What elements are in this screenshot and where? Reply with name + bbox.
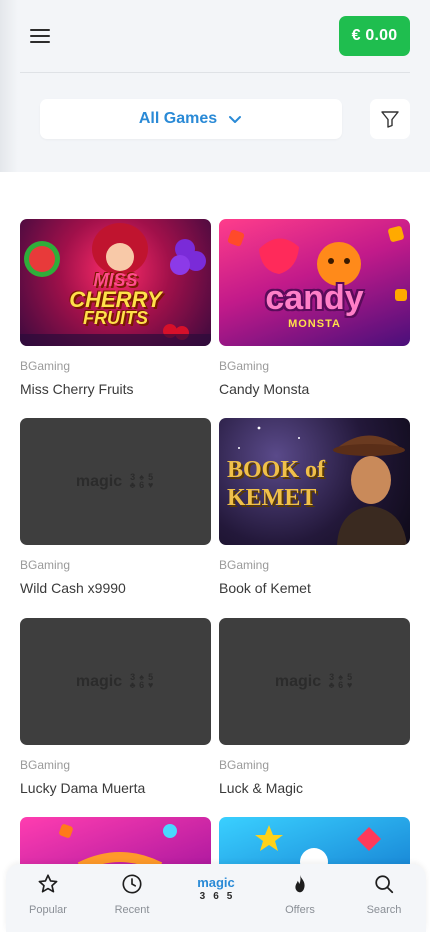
logo-digit: 5	[226, 891, 233, 902]
slot-art-text: candy	[265, 279, 364, 317]
category-dropdown-label: All Games	[138, 110, 218, 127]
game-provider: BGaming	[219, 359, 270, 373]
nav-recent[interactable]: Recent	[97, 872, 167, 916]
game-thumbnail[interactable]: MISS CHERRY FRUITS	[20, 219, 211, 346]
nav-popular[interactable]: Popular	[13, 872, 83, 916]
slot-art-text: MONSTA	[288, 318, 341, 330]
fire-icon	[295, 874, 305, 893]
logo-digit: 3	[199, 891, 206, 902]
filter-funnel-icon	[381, 111, 399, 128]
nav-home-logo[interactable]: magic 3 6 5	[181, 872, 251, 902]
game-card[interactable]: magic 3 ♠ 5 ♣ 6 ♥ BGaming Lucky Dama Muerta	[20, 618, 211, 797]
nav-search[interactable]: Search	[349, 872, 419, 916]
logo-digit: 6	[139, 680, 145, 690]
nav-recent-label: Recent	[114, 904, 150, 916]
game-provider: BGaming	[20, 558, 71, 572]
logo-word: magic	[75, 472, 123, 490]
game-title[interactable]: Book of Kemet	[219, 579, 410, 597]
side-shadow	[0, 0, 18, 172]
magic365-logo: magic 3 ♠ 5 ♣ 6 ♥	[75, 672, 154, 690]
game-thumbnail[interactable]: BOOK of KEMET	[219, 418, 410, 545]
magic365-logo: magic 3 6 5	[197, 876, 235, 902]
logo-digit: 6	[213, 891, 219, 902]
header-divider	[20, 72, 410, 73]
game-title[interactable]: Candy Monsta	[219, 380, 410, 398]
slot-art-text: FRUITS	[83, 308, 148, 328]
game-title[interactable]: Lucky Dama Muerta	[20, 779, 211, 797]
slot-art-text: CHERRY	[69, 287, 162, 312]
hamburger-menu-icon[interactable]	[30, 28, 50, 44]
game-provider: BGaming	[20, 359, 71, 373]
star-icon	[38, 874, 58, 893]
game-card[interactable]: MISS CHERRY FRUITS BGaming Miss Cherry F…	[20, 219, 211, 398]
game-card[interactable]: magic 3 ♠ 5 ♣ 6 ♥ BGaming Wild Cash x9990	[20, 418, 211, 597]
game-thumbnail-placeholder[interactable]: magic 3 ♠ 5 ♣ 6 ♥	[20, 618, 211, 745]
slot-art-text: KEMET	[227, 485, 317, 511]
slot-art-text: BOOK of	[227, 457, 326, 483]
search-icon	[375, 875, 394, 894]
game-provider: BGaming	[219, 558, 270, 572]
game-thumbnail-placeholder[interactable]: magic 3 ♠ 5 ♣ 6 ♥	[219, 618, 410, 745]
game-title[interactable]: Wild Cash x9990	[20, 579, 211, 597]
game-provider: BGaming	[219, 758, 270, 772]
logo-word: magic	[75, 672, 123, 690]
category-dropdown[interactable]: All Games	[40, 99, 342, 139]
magic365-logo: magic 3 ♠ 5 ♣ 6 ♥	[274, 672, 353, 690]
game-title[interactable]: Luck & Magic	[219, 779, 410, 797]
chevron-down-icon	[229, 116, 242, 123]
magic365-logo: magic 3 ♠ 5 ♣ 6 ♥	[75, 472, 154, 490]
nav-search-label: Search	[366, 904, 402, 916]
nav-popular-label: Popular	[29, 904, 67, 916]
nav-offers-label: Offers	[285, 904, 315, 916]
logo-digit: 6	[338, 680, 344, 690]
balance-button[interactable]: € 0.00	[339, 16, 410, 56]
game-provider: BGaming	[20, 758, 71, 772]
game-thumbnail-placeholder[interactable]: magic 3 ♠ 5 ♣ 6 ♥	[20, 418, 211, 545]
logo-word: magic	[197, 875, 235, 890]
game-title[interactable]: Miss Cherry Fruits	[20, 380, 211, 398]
logo-digit: 6	[139, 480, 145, 490]
game-card[interactable]: magic 3 ♠ 5 ♣ 6 ♥ BGaming Luck & Magic	[219, 618, 410, 797]
bottom-navigation: Popular Recent magic 3 6 5 Offers Search	[6, 864, 426, 932]
game-card[interactable]: candy MONSTA BGaming Candy Monsta	[219, 219, 410, 398]
nav-offers[interactable]: Offers	[265, 872, 335, 916]
game-card[interactable]: BOOK of KEMET BGaming Book of Kemet	[219, 418, 410, 597]
clock-icon	[122, 874, 142, 894]
logo-word: magic	[274, 672, 322, 690]
filter-button[interactable]	[370, 99, 410, 139]
game-thumbnail[interactable]: candy MONSTA	[219, 219, 410, 346]
